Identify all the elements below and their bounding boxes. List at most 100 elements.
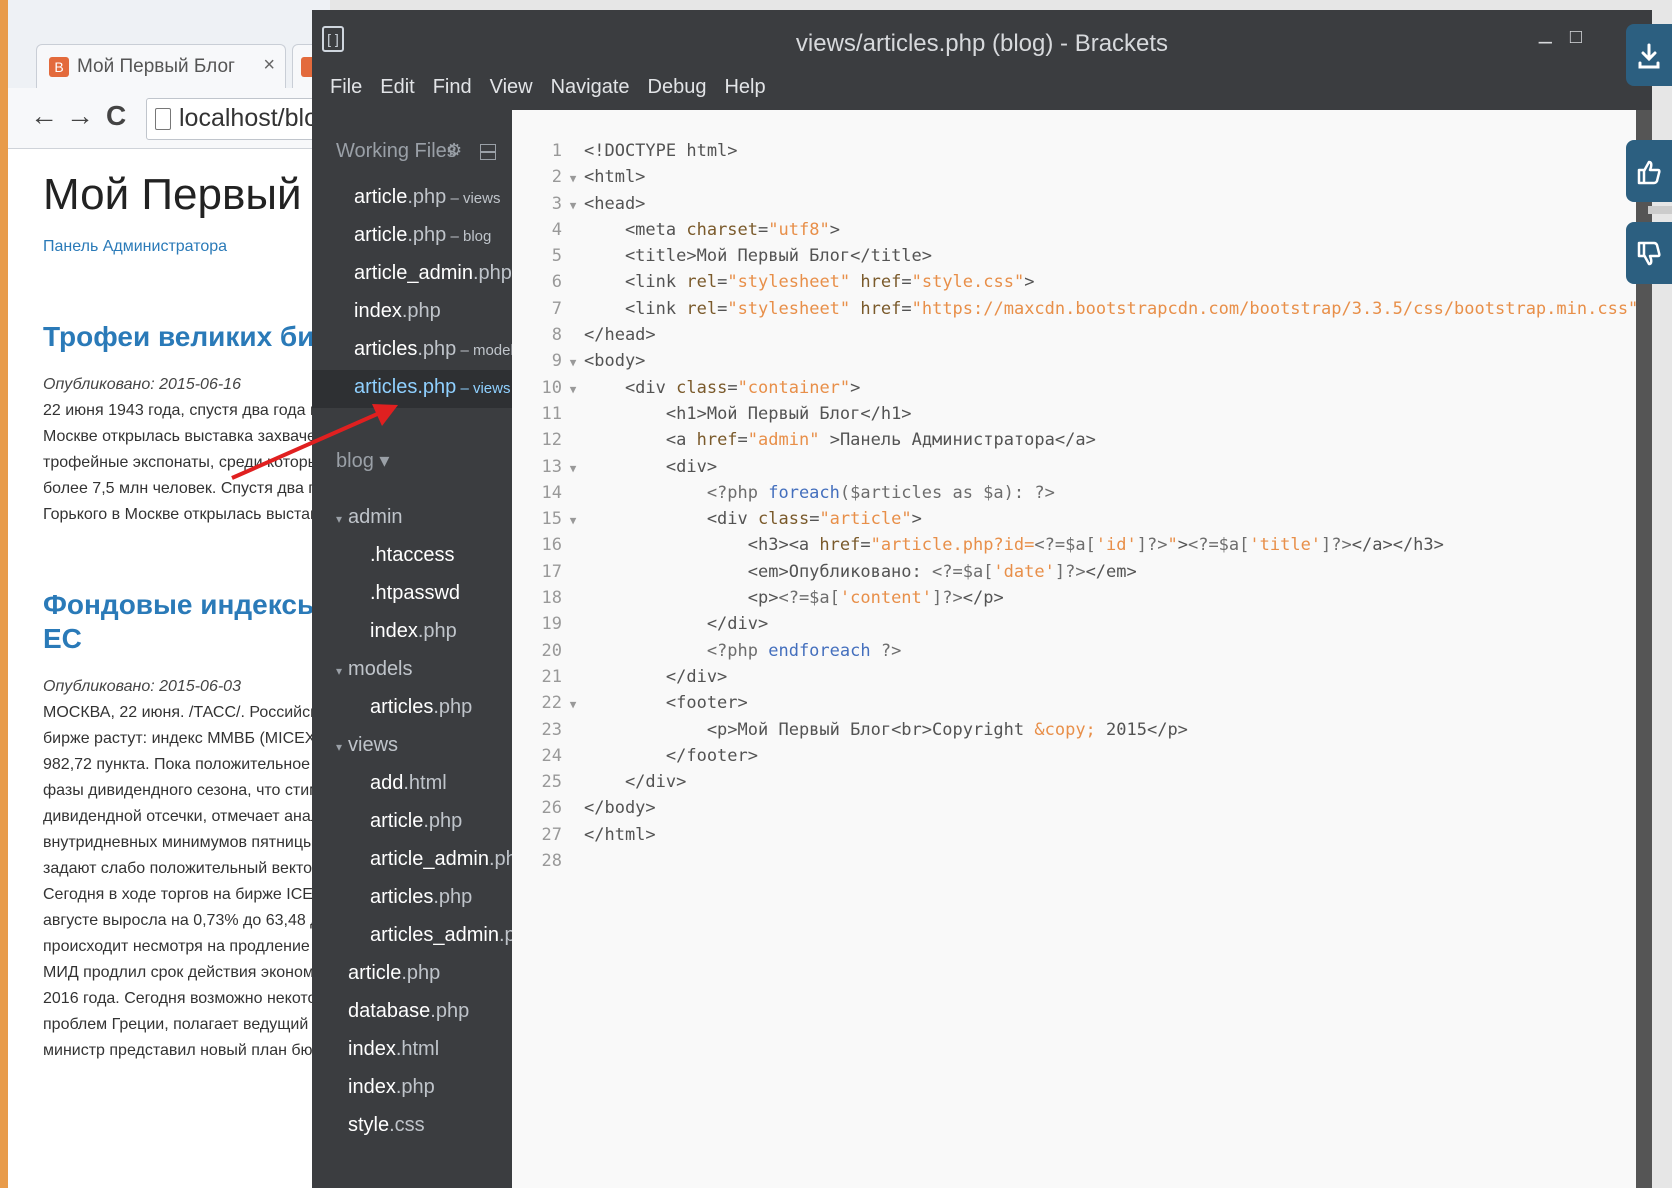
code-line[interactable]: 16 <h3><a href="article.php?id=<?=$a['id…: [512, 532, 1649, 558]
code-line[interactable]: 28: [512, 848, 1649, 874]
article-title-link[interactable]: Трофеи великих битв: [43, 320, 330, 354]
fold-toggle-icon[interactable]: ▼: [562, 508, 584, 534]
menu-item[interactable]: Help: [724, 76, 765, 99]
code-editor[interactable]: 1 <!DOCTYPE html> 2 ▼ <html> 3 ▼ <head> 4 <meta …: [512, 110, 1649, 1188]
brackets-window: [ ] views/articles.php (blog) - Brackets…: [312, 10, 1652, 1188]
tree-folder[interactable]: ▾ admin: [312, 500, 512, 538]
tree-file[interactable]: index.html: [312, 1032, 512, 1070]
code-line[interactable]: 11 <h1>Мой Первый Блог</h1>: [512, 401, 1649, 427]
forward-arrow-icon[interactable]: →: [66, 100, 94, 132]
code-line[interactable]: 19 </div>: [512, 611, 1649, 637]
dislike-button[interactable]: [1626, 222, 1672, 284]
code-line[interactable]: 2 ▼ <html>: [512, 164, 1649, 190]
tree-file[interactable]: style.css: [312, 1108, 512, 1146]
folder-expand-icon[interactable]: ▾: [336, 740, 342, 754]
article-text-line: проблем Греции, полагает ведущий ана: [43, 1016, 330, 1033]
code-line[interactable]: 26 </body>: [512, 795, 1649, 821]
code-token: <head>: [584, 193, 646, 214]
article-title-line[interactable]: Фондовые индексы РФ р: [43, 588, 330, 622]
code-line[interactable]: 22 ▼ <footer>: [512, 690, 1649, 716]
code-line[interactable]: 14 <?php foreach($articles as $a): ?>: [512, 480, 1649, 506]
tree-item-name: add: [370, 772, 404, 794]
code-line[interactable]: 24 </footer>: [512, 743, 1649, 769]
back-arrow-icon[interactable]: ←: [30, 100, 58, 132]
menu-item[interactable]: Find: [433, 76, 472, 99]
tree-file[interactable]: article_admin.php: [312, 842, 528, 880]
code-line[interactable]: 9 ▼ <body>: [512, 348, 1649, 374]
folder-expand-icon[interactable]: ▾: [336, 664, 342, 678]
minimize-button[interactable]: –: [1539, 28, 1552, 56]
working-file-ext: .php: [417, 338, 457, 360]
code-line[interactable]: 3 ▼ <head>: [512, 191, 1649, 217]
like-button[interactable]: [1626, 140, 1672, 202]
tree-item-ext: .php: [401, 962, 441, 984]
code-line[interactable]: 18 <p><?=$a['content']?></p>: [512, 585, 1649, 611]
tree-file[interactable]: article.php: [312, 804, 512, 842]
code-line[interactable]: 21 </div>: [512, 664, 1649, 690]
gear-icon[interactable]: ⚙: [446, 140, 462, 161]
browser-tab-active[interactable]: B Мой Первый Блог ×: [36, 44, 286, 88]
code-line[interactable]: 6 <link rel="stylesheet" href="style.css…: [512, 269, 1649, 295]
tree-folder[interactable]: ▾ models: [312, 652, 512, 690]
working-file-item[interactable]: article.php – views: [312, 180, 512, 218]
code-line[interactable]: 20 <?php endforeach ?>: [512, 638, 1649, 664]
tree-file[interactable]: articles.php: [312, 690, 512, 728]
tree-file[interactable]: .htpasswd: [312, 576, 512, 614]
tree-folder[interactable]: ▾ views: [312, 728, 512, 766]
working-file-item[interactable]: article.php – blog: [312, 218, 512, 256]
working-file-item[interactable]: index.php: [312, 294, 512, 332]
menu-item[interactable]: Navigate: [551, 76, 630, 99]
code-line[interactable]: 8 </head>: [512, 322, 1649, 348]
fold-toggle-icon[interactable]: ▼: [562, 456, 584, 482]
menu-item[interactable]: File: [330, 76, 362, 99]
code-line[interactable]: 4 <meta charset="utf8">: [512, 217, 1649, 243]
code-token: ($articles as $a): ?>: [839, 482, 1055, 503]
reload-icon[interactable]: C: [106, 100, 126, 132]
article-title-line[interactable]: ЕС: [43, 622, 330, 656]
tree-file[interactable]: articles_admin.php: [312, 918, 538, 956]
code-line[interactable]: 1 <!DOCTYPE html>: [512, 138, 1649, 164]
fold-toggle-icon[interactable]: ▼: [562, 377, 584, 403]
article-title-link[interactable]: Фондовые индексы РФ р ЕС: [43, 588, 330, 656]
address-bar-url[interactable]: localhost/blog: [179, 104, 330, 133]
code-line[interactable]: 27 </html>: [512, 822, 1649, 848]
fold-toggle-icon[interactable]: ▼: [562, 193, 584, 219]
code-line[interactable]: 25 </div>: [512, 769, 1649, 795]
tree-file[interactable]: index.php: [312, 1070, 512, 1108]
code-line[interactable]: 10 ▼ <div class="container">: [512, 375, 1649, 401]
menu-item[interactable]: View: [490, 76, 533, 99]
menu-item[interactable]: Edit: [380, 76, 414, 99]
download-button[interactable]: [1626, 24, 1672, 86]
tree-item-ext: .html: [403, 772, 447, 794]
project-dropdown[interactable]: blog ▾: [336, 448, 389, 473]
maximize-button[interactable]: □: [1570, 26, 1582, 49]
tab-close-icon[interactable]: ×: [263, 54, 275, 77]
fold-toggle-icon[interactable]: ▼: [562, 350, 584, 376]
tree-file[interactable]: database.php: [312, 994, 512, 1032]
code-line[interactable]: 12 <a href="admin" >Панель Администратор…: [512, 427, 1649, 453]
tree-file[interactable]: add.html: [312, 766, 512, 804]
code-token: charset: [686, 219, 759, 240]
code-line[interactable]: 13 ▼ <div>: [512, 454, 1649, 480]
code-line[interactable]: 15 ▼ <div class="article">: [512, 506, 1649, 532]
tree-file[interactable]: .htaccess: [312, 538, 512, 576]
fold-toggle-icon[interactable]: ▼: [562, 692, 584, 718]
working-file-item[interactable]: articles.php – views: [312, 370, 512, 408]
tree-file[interactable]: articles.php: [312, 880, 512, 918]
code-line[interactable]: 17 <em>Опубликовано: <?=$a['date']?></em…: [512, 559, 1649, 585]
code-lines[interactable]: 1 <!DOCTYPE html> 2 ▼ <html> 3 ▼ <head> 4 <meta …: [512, 138, 1649, 874]
code-line[interactable]: 5 <title>Мой Первый Блог</title>: [512, 243, 1649, 269]
tree-file[interactable]: index.php: [312, 614, 512, 652]
code-line[interactable]: 7 <link rel="stylesheet" href="https://m…: [512, 296, 1649, 322]
tree-file[interactable]: article.php: [312, 956, 512, 994]
admin-panel-link[interactable]: Панель Администратора: [43, 238, 330, 256]
address-bar[interactable]: localhost/blog: [146, 98, 330, 140]
working-file-item[interactable]: article_admin.php: [312, 256, 512, 294]
split-view-icon[interactable]: [480, 144, 496, 160]
folder-expand-icon[interactable]: ▾: [336, 512, 342, 526]
article-text-line: трофейные экспонаты, среди которых бы: [43, 454, 330, 471]
fold-toggle-icon[interactable]: ▼: [562, 166, 584, 192]
code-line[interactable]: 23 <p>Мой Первый Блог<br>Copyright &copy…: [512, 717, 1649, 743]
menu-item[interactable]: Debug: [648, 76, 707, 99]
working-file-item[interactable]: articles.php – models: [312, 332, 521, 370]
